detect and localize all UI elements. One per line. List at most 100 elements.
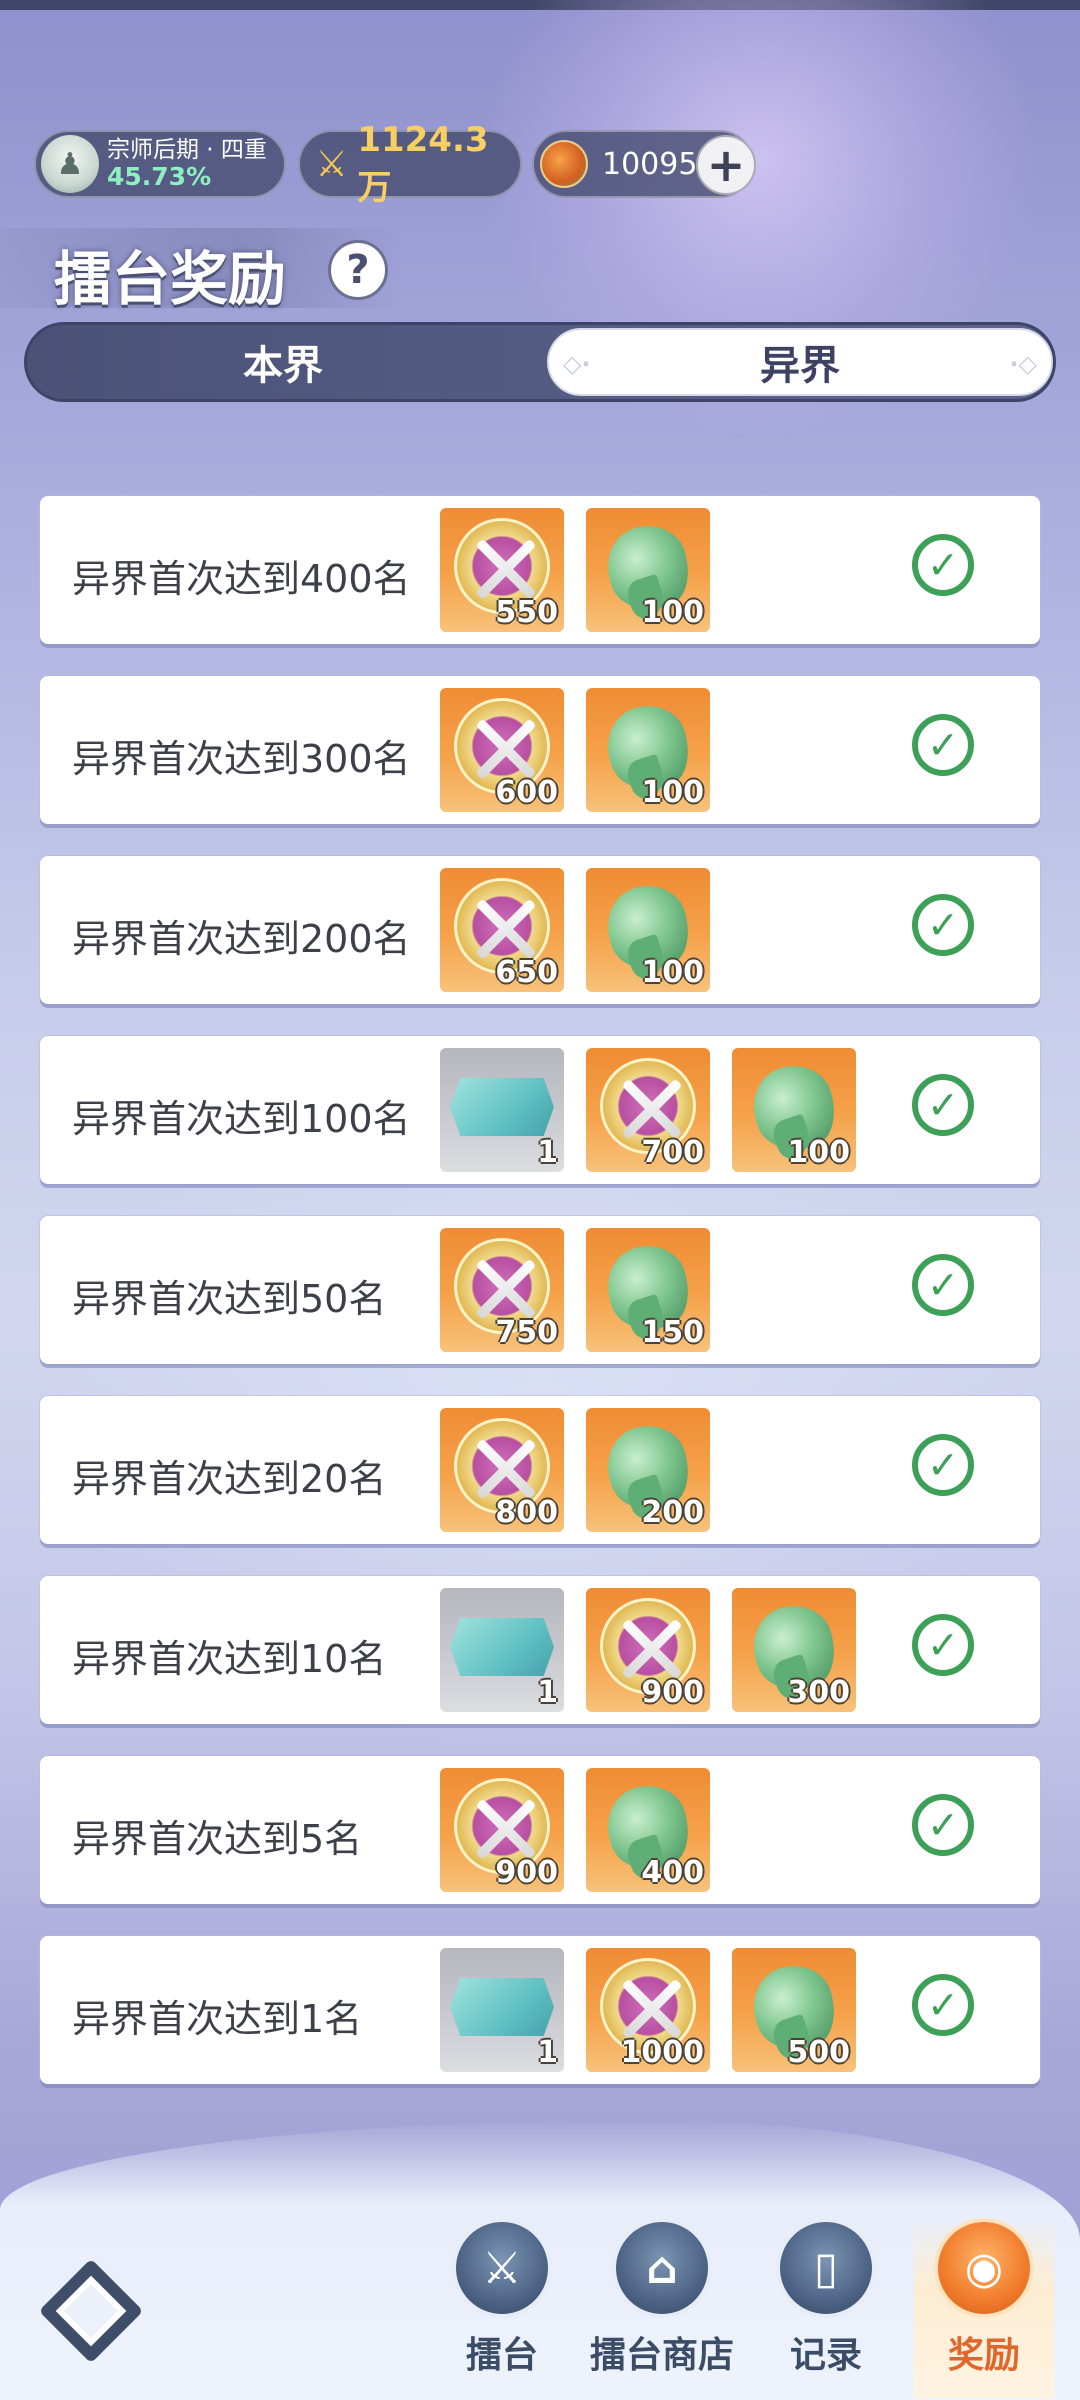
claimed-check-icon: ✓ (912, 1254, 974, 1316)
ticket-icon (450, 1978, 554, 2036)
reward-quantity: 1000 (620, 2035, 705, 2070)
reward-item[interactable]: 100 (586, 868, 710, 992)
reward-quantity: 100 (641, 595, 704, 630)
help-button[interactable]: ? (328, 240, 388, 300)
claimed-check-icon: ✓ (912, 1974, 974, 2036)
menu-logo-button[interactable] (36, 2256, 146, 2366)
claimed-check-icon: ✓ (912, 1074, 974, 1136)
combat-power-value: 1124.3万 (357, 119, 489, 208)
reward-quantity: 150 (641, 1315, 704, 1350)
reward-item[interactable]: 700 (586, 1048, 710, 1172)
nav-item-reward[interactable]: ◉ 奖励 (914, 2218, 1054, 2398)
claimed-check-icon: ✓ (912, 534, 974, 596)
reward-quantity: 1 (537, 2035, 558, 2070)
nav-label: 擂台商店 (590, 2335, 735, 2376)
tab-ornament-left-icon: ◇· (563, 350, 591, 378)
reward-quantity: 1 (537, 1675, 558, 1710)
claimed-check-icon: ✓ (912, 714, 974, 776)
realm-progress: 45.73% (107, 161, 212, 191)
realm-name: 宗师后期 · 四重 (107, 136, 267, 163)
reward-quantity: 1 (537, 1135, 558, 1170)
reward-quantity: 750 (495, 1315, 558, 1350)
reward-row: 异界首次达到20名 800 200 ✓ (40, 1396, 1040, 1544)
character-avatar-icon: ♟ (41, 135, 99, 193)
reward-row-label: 异界首次达到1名 (72, 1997, 363, 2041)
claimed-check-icon: ✓ (912, 1794, 974, 1856)
ticket-icon (450, 1078, 554, 1136)
nav-label: 擂台 (465, 2335, 538, 2376)
reward-quantity: 600 (495, 775, 558, 810)
tab-this-realm[interactable]: 本界 (27, 325, 539, 399)
reward-item[interactable]: 1 (440, 1048, 564, 1172)
nav-item-shop[interactable]: ⌂ 擂台商店 (590, 2218, 735, 2398)
page-title: 擂台奖励 (54, 245, 287, 313)
tab-other-realm-label: 异界 (760, 343, 840, 389)
reward-quantity: 800 (495, 1495, 558, 1530)
reward-row-label: 异界首次达到400名 (72, 557, 411, 601)
reward-item[interactable]: 100 (732, 1048, 856, 1172)
reward-item[interactable]: 100 (586, 508, 710, 632)
reward-quantity: 550 (495, 595, 558, 630)
reward-quantity: 900 (641, 1675, 704, 1710)
crossed-swords-icon: ⚔ (315, 143, 348, 185)
reward-row: 异界首次达到200名 650 100 ✓ (40, 856, 1040, 1004)
reward-item[interactable]: 800 (440, 1408, 564, 1532)
reward-item[interactable]: 100 (586, 688, 710, 812)
reward-quantity: 700 (641, 1135, 704, 1170)
reward-quantity: 500 (787, 2035, 850, 2070)
reward-quantity: 100 (641, 955, 704, 990)
reward-quantity: 200 (641, 1495, 704, 1530)
reward-item[interactable]: 300 (732, 1588, 856, 1712)
reward-quantity: 100 (787, 1135, 850, 1170)
combat-power: ⚔ 1124.3万 (298, 120, 522, 208)
reward-row: 异界首次达到1名 1 1000 500 ✓ (40, 1936, 1040, 2084)
ticket-icon (450, 1618, 554, 1676)
reward-row: 异界首次达到100名 1 700 100 ✓ (40, 1036, 1040, 1184)
tab-other-realm[interactable]: ◇· 异界 ·◇ (547, 328, 1053, 396)
claimed-check-icon: ✓ (912, 1434, 974, 1496)
reward-row: 异界首次达到5名 900 400 ✓ (40, 1756, 1040, 1904)
diamond-logo-icon (38, 2258, 144, 2364)
realm-tabs: 本界 ◇· 异界 ·◇ (24, 322, 1056, 402)
reward-row: 异界首次达到300名 600 100 ✓ (40, 676, 1040, 824)
reward-item[interactable]: 200 (586, 1408, 710, 1532)
reward-row: 异界首次达到50名 750 150 ✓ (40, 1216, 1040, 1364)
shop-icon: ⌂ (612, 2218, 712, 2318)
reward-quantity: 650 (495, 955, 558, 990)
reward-item[interactable]: 550 (440, 508, 564, 632)
add-currency-button[interactable]: + (696, 135, 756, 195)
realm-info: 宗师后期 · 四重 45.73% (107, 136, 267, 191)
reward-row-label: 异界首次达到5名 (72, 1817, 363, 1861)
reward-icon: ◉ (934, 2218, 1034, 2318)
realm-status[interactable]: ♟ 宗师后期 · 四重 45.73% (34, 130, 286, 198)
reward-item[interactable]: 500 (732, 1948, 856, 2072)
reward-quantity: 300 (787, 1675, 850, 1710)
reward-item[interactable]: 1 (440, 1588, 564, 1712)
reward-row-label: 异界首次达到50名 (72, 1277, 387, 1321)
tab-ornament-right-icon: ·◇ (1009, 350, 1037, 378)
reward-row-label: 异界首次达到300名 (72, 737, 411, 781)
nav-item-arena[interactable]: ⚔ 擂台 (432, 2218, 572, 2398)
claimed-check-icon: ✓ (912, 894, 974, 956)
arena-icon: ⚔ (452, 2218, 552, 2318)
reward-item[interactable]: 650 (440, 868, 564, 992)
currency-value: 10095 (602, 146, 698, 182)
currency-display: 10095 + (532, 130, 756, 198)
reward-quantity: 900 (495, 1855, 558, 1890)
reward-list[interactable]: 异界首次达到400名 550 100 ✓ 异界首次达到300名 600 100 ✓ 异界首次达到… (40, 496, 1040, 2116)
reward-item[interactable]: 1 (440, 1948, 564, 2072)
reward-row: 异界首次达到400名 550 100 ✓ (40, 496, 1040, 644)
reward-item[interactable]: 900 (440, 1768, 564, 1892)
reward-item[interactable]: 600 (440, 688, 564, 812)
reward-item[interactable]: 1000 (586, 1948, 710, 2072)
reward-item[interactable]: 900 (586, 1588, 710, 1712)
reward-item[interactable]: 150 (586, 1228, 710, 1352)
reward-row: 异界首次达到10名 1 900 300 ✓ (40, 1576, 1040, 1724)
spirit-coin-icon (540, 140, 588, 188)
reward-row-label: 异界首次达到200名 (72, 917, 411, 961)
reward-item[interactable]: 400 (586, 1768, 710, 1892)
reward-item[interactable]: 750 (440, 1228, 564, 1352)
nav-item-record[interactable]: ▯ 记录 (756, 2218, 896, 2398)
record-icon: ▯ (776, 2218, 876, 2318)
reward-quantity: 400 (641, 1855, 704, 1890)
